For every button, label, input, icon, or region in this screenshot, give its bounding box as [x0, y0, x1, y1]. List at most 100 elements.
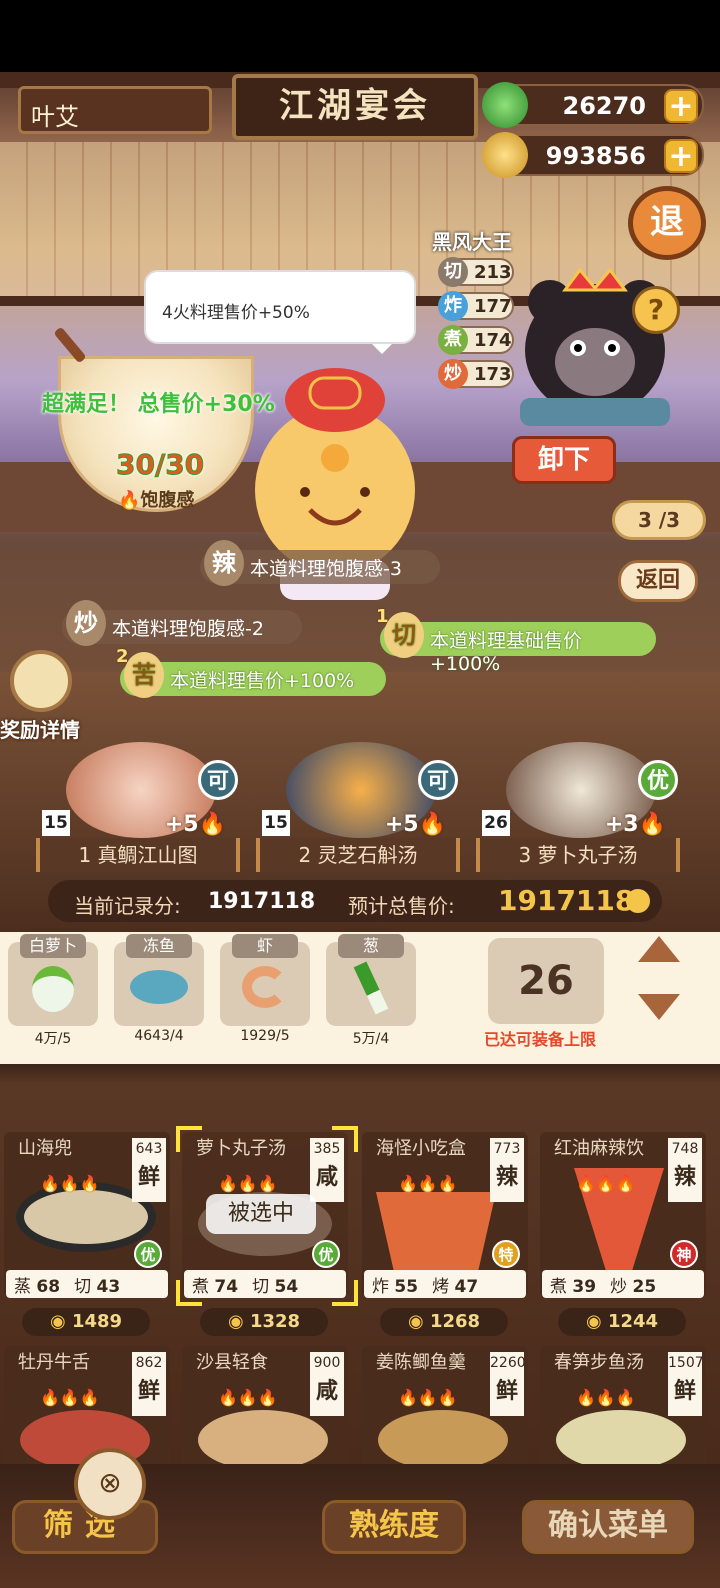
slot-bonus: +3🔥	[604, 812, 666, 837]
recipe-card[interactable]: 红油麻辣饮 🔥🔥🔥 748 辣 神 煮 39 炒 25 ◉ 1244	[540, 1132, 706, 1336]
slot-bonus: +5🔥	[164, 812, 226, 837]
fire-icon: 🔥	[418, 812, 446, 837]
recipe-stats: 炸 55 烤 47	[364, 1270, 526, 1298]
fire-icon: 🔥🔥🔥	[398, 1388, 458, 1407]
flavor-tag: 773 辣	[490, 1138, 524, 1202]
add-jade-button[interactable]: +	[664, 89, 698, 123]
ingredient-scallion[interactable]: 葱 5万/4	[326, 934, 416, 1052]
recipe-price: ◉ 1489	[22, 1308, 150, 1336]
banquet-sign: 江湖宴会	[232, 74, 478, 140]
coin-icon: ◉	[585, 1311, 608, 1332]
slot-bonus: +5🔥	[384, 812, 446, 837]
shrimp-icon	[242, 966, 288, 1008]
recipe-card[interactable]: 春笋步鱼汤 🔥🔥🔥 1507 鲜	[540, 1346, 706, 1464]
coin-icon: ◉	[227, 1311, 250, 1332]
record-score: 1917118	[208, 889, 316, 914]
capacity-note: 已达可装备上限	[484, 1030, 597, 1049]
fire-icon: 🔥🔥🔥	[576, 1174, 636, 1193]
menu-slot-3[interactable]: 26 +3🔥 优 3 萝卜丸子汤	[476, 742, 680, 872]
coin-icon: ◉	[49, 1311, 72, 1332]
recipe-card[interactable]: 牡丹牛舌 🔥🔥🔥 862 鲜	[4, 1346, 170, 1464]
menu-slot-2[interactable]: 15 +5🔥 可 2 灵芝石斛汤	[256, 742, 460, 872]
scroll-down-icon[interactable]	[634, 990, 684, 1024]
selection-corner	[332, 1126, 358, 1152]
recipe-stats: 蒸 68 切 43	[6, 1270, 168, 1298]
coin-value: 993856	[545, 142, 646, 170]
selection-corner	[176, 1126, 202, 1152]
fire-icon: 🔥	[198, 812, 226, 837]
buff-stirfry: 炒 本道料理饱腹感-2	[62, 600, 302, 646]
recipe-card[interactable]: 山海兜 🔥🔥🔥 643 鲜 优 蒸 68 切 43 ◉ 1489	[4, 1132, 170, 1336]
flavor-tag: 862 鲜	[132, 1352, 166, 1416]
scroll-up-icon[interactable]	[634, 932, 684, 966]
menu-capacity: 26	[488, 938, 604, 1024]
help-button[interactable]: ?	[632, 286, 680, 334]
recipe-card[interactable]: 沙县轻食 🔥🔥🔥 900 咸	[182, 1346, 348, 1464]
confirm-menu-button[interactable]: 确认菜单	[522, 1500, 694, 1554]
gift-icon	[10, 650, 72, 712]
ingredient-frozen-fish[interactable]: 冻鱼 4643/4	[114, 934, 204, 1052]
scallion-icon	[353, 961, 389, 1015]
page-indicator: 3 /3	[612, 500, 706, 540]
recipe-price: ◉ 1328	[200, 1308, 328, 1336]
recipe-price: ◉ 1244	[558, 1308, 686, 1336]
slot-label: 1 真鲷江山图	[36, 838, 240, 872]
recipe-card[interactable]: 海怪小吃盒 🔥🔥🔥 773 辣 特 炸 55 烤 47 ◉ 1268	[362, 1132, 528, 1336]
fire-icon: 🔥	[638, 812, 666, 837]
menu-slot-1[interactable]: 15 +5🔥 可 1 真鲷江山图	[36, 742, 240, 872]
radish-icon	[32, 966, 74, 1012]
coin-icon: ◉	[407, 1311, 430, 1332]
reward-details-button[interactable]: 奖励详情	[0, 650, 92, 750]
boss-portrait	[520, 267, 670, 426]
jade-value: 26270	[562, 92, 647, 120]
recipe-price: ◉ 1268	[380, 1308, 508, 1336]
ingredient-shrimp[interactable]: 虾 1929/5	[220, 934, 310, 1052]
coin-icon	[482, 132, 528, 178]
recipe-stats: 煮 39 炒 25	[542, 1270, 704, 1298]
unequip-button[interactable]: 卸下	[512, 436, 616, 484]
ingredient-radish[interactable]: 白萝卜 4万/5	[8, 934, 98, 1052]
slot-label: 2 灵芝石斛汤	[256, 838, 460, 872]
player-name: 叶艾	[18, 86, 212, 134]
proficiency-button[interactable]: 熟练度	[322, 1500, 466, 1554]
recipe-card[interactable]: 姜陈鲫鱼羹 🔥🔥🔥 2260 鲜	[362, 1346, 528, 1464]
buff-bitter: 2 苦 本道料理售价+100%	[116, 646, 386, 698]
flavor-tag: 900 咸	[310, 1352, 344, 1416]
boss-stat-fry: 炸 177	[438, 291, 514, 321]
flavor-tag: 2260 鲜	[490, 1352, 526, 1416]
selected-label: 被选中	[206, 1194, 316, 1234]
exit-button[interactable]: 退	[628, 186, 706, 260]
boss-stat-cut: 切 213	[438, 257, 514, 287]
coin-counter: 993856 +	[482, 132, 704, 178]
fire-icon: 🔥🔥🔥	[576, 1388, 636, 1407]
status-bar	[0, 0, 720, 72]
buff-spicy: 辣 本道料理饱腹感-3	[200, 540, 440, 586]
total-price: 1917118	[498, 884, 635, 917]
speech-bubble: 4火料理售价+50%	[144, 270, 416, 354]
coin-icon	[626, 889, 650, 913]
fish-icon	[130, 970, 188, 1004]
boss-stat-boil: 煮 174	[438, 325, 514, 355]
fire-icon: 🔥🔥🔥	[218, 1174, 278, 1193]
buff-cut: 1 切 本道料理基础售价+100%	[376, 606, 656, 675]
fire-icon: 🔥🔥🔥	[40, 1174, 100, 1193]
fire-icon: 🔥🔥🔥	[40, 1388, 100, 1407]
flavor-tag: 643 鲜	[132, 1138, 166, 1202]
slot-label: 3 萝卜丸子汤	[476, 838, 680, 872]
add-coins-button[interactable]: +	[664, 139, 698, 173]
fire-icon: 🔥🔥🔥	[218, 1388, 278, 1407]
fullness-value: 30/30	[115, 448, 205, 482]
back-button[interactable]: 返回	[618, 560, 698, 602]
boss-stat-stirfry: 炒 173	[438, 359, 514, 389]
score-bar: 当前记录分: 1917118 预计总售价: 1917118	[48, 880, 662, 922]
flavor-tag: 748 辣	[668, 1138, 702, 1202]
fire-icon: 🔥🔥🔥	[398, 1174, 458, 1193]
selection-corner	[176, 1280, 202, 1306]
recipe-stats: 煮 74 切 54	[184, 1270, 346, 1298]
clear-search-icon[interactable]: ⊗	[74, 1448, 146, 1520]
selection-corner	[332, 1280, 358, 1306]
fullness-label: 🔥饱腹感	[118, 490, 195, 511]
jade-icon	[482, 82, 528, 128]
fire-icon: 🔥	[118, 490, 141, 511]
jade-counter: 26270 +	[482, 82, 704, 128]
